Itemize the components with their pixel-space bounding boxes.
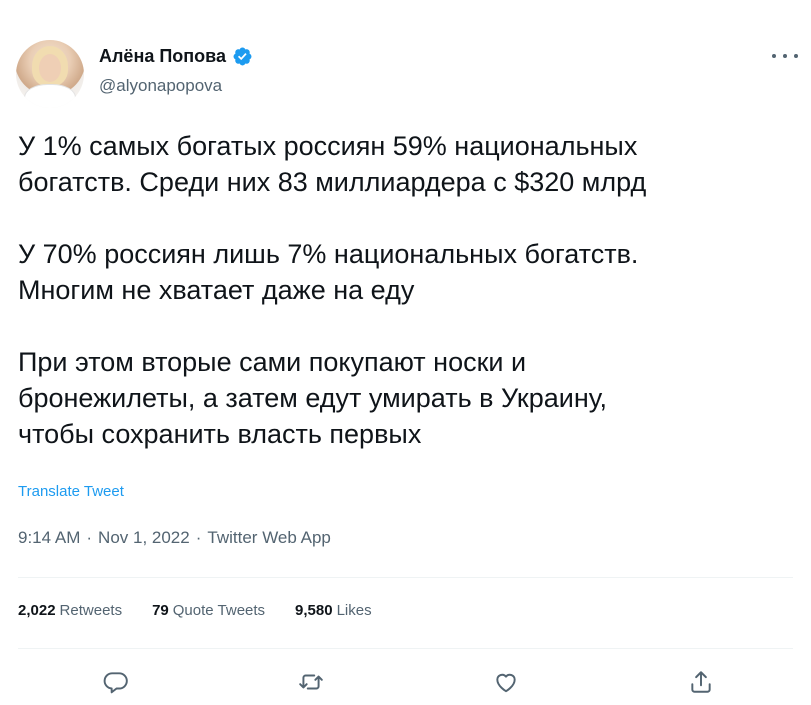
share-button[interactable] (683, 664, 719, 700)
more-dot (794, 54, 798, 58)
meta-separator: · (195, 528, 202, 547)
tweet-date[interactable]: Nov 1, 2022 (98, 528, 190, 547)
likes-label: Likes (336, 602, 372, 619)
quote-tweets-count: 79 (152, 602, 169, 619)
more-icon[interactable] (772, 46, 798, 66)
tweet-line: При этом вторые сами покупают носки и (18, 347, 527, 377)
share-icon (691, 671, 711, 693)
tweet-source[interactable]: Twitter Web App (207, 528, 330, 547)
avatar-body (24, 84, 76, 108)
meta-separator: · (86, 528, 93, 547)
translate-tweet-link[interactable]: Translate Tweet (18, 483, 124, 500)
tweet-actions (0, 664, 811, 700)
author-display-name[interactable]: Алёна Попова (99, 46, 226, 67)
tweet-line: У 70% россиян лишь 7% национальных богат… (18, 239, 639, 269)
reply-button[interactable] (98, 664, 134, 700)
tweet-time[interactable]: 9:14 AM (18, 528, 80, 547)
tweet-line: богатств. Среди них 83 миллиардера с $32… (18, 167, 647, 197)
divider (18, 648, 793, 649)
verified-badge-icon (232, 46, 253, 67)
like-button[interactable] (488, 664, 524, 700)
avatar-face (39, 54, 61, 82)
like-icon (496, 673, 516, 693)
tweet-meta: 9:14 AM · Nov 1, 2022 · Twitter Web App (18, 528, 331, 548)
more-dot (783, 54, 787, 58)
author-name-row: Алёна Попова (99, 46, 253, 67)
retweet-button[interactable] (293, 664, 329, 700)
quote-tweets-stat[interactable]: 79 Quote Tweets (152, 602, 265, 619)
tweet-line: У 1% самых богатых россиян 59% националь… (18, 131, 638, 161)
tweet-text: У 1% самых богатых россиян 59% националь… (18, 128, 798, 452)
quote-tweets-label: Quote Tweets (172, 602, 266, 619)
tweet-stats: 2,022 Retweets 79 Quote Tweets 9,580 Likes (18, 602, 372, 619)
more-dot (772, 54, 776, 58)
divider (18, 577, 793, 578)
retweets-label: Retweets (59, 602, 123, 619)
likes-stat[interactable]: 9,580 Likes (295, 602, 372, 619)
reply-icon (103, 672, 128, 694)
tweet-line: бронежилеты, а затем едут умирать в Укра… (18, 383, 608, 413)
likes-count: 9,580 (295, 602, 333, 619)
retweets-stat[interactable]: 2,022 Retweets (18, 602, 122, 619)
author-handle[interactable]: @alyonapopova (99, 76, 222, 96)
retweet-icon (299, 674, 323, 690)
avatar[interactable] (16, 40, 84, 108)
retweets-count: 2,022 (18, 602, 56, 619)
tweet-line: чтобы сохранить власть первых (18, 419, 422, 449)
tweet-card: Алёна Попова @alyonapopova У 1% самых бо… (0, 0, 811, 705)
tweet-line: Многим не хватает даже на еду (18, 275, 415, 305)
